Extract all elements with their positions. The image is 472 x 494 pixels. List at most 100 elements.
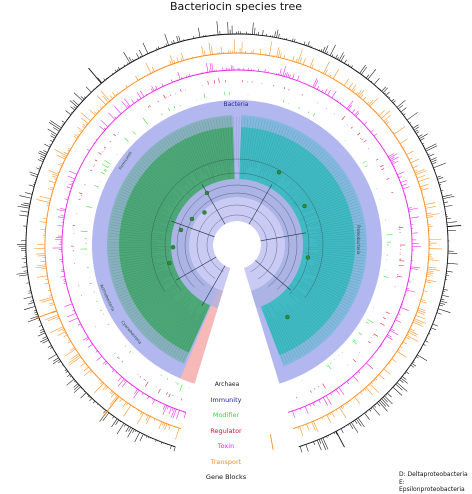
transport-track: [123, 402, 127, 407]
transport-track: [413, 166, 418, 168]
transport-track: [413, 322, 423, 327]
toxin-track: [88, 344, 93, 347]
gene-block-track: [173, 40, 174, 44]
gene-block-track: [442, 195, 451, 197]
gene-block-track: [422, 143, 423, 144]
gene-block-track: [389, 97, 390, 98]
gene-block-track: [86, 87, 91, 93]
transport-track: [325, 70, 327, 74]
transport-track: [427, 214, 440, 216]
transport-track: [94, 112, 96, 114]
gene-block-track: [44, 144, 50, 147]
transport-track: [293, 56, 295, 61]
gene-block-track: [416, 132, 419, 134]
transport-track: [52, 174, 58, 176]
gene-block-track: [40, 156, 44, 158]
modifier-track: [167, 378, 168, 380]
toxin-track: [353, 376, 358, 382]
gene-block-track: [70, 100, 78, 107]
transport-track: [202, 46, 204, 56]
gene-block-track: [341, 429, 343, 433]
toxin-track: [124, 380, 125, 382]
transport-track: [58, 332, 66, 336]
legend-item-regulator: Regulator: [170, 424, 282, 439]
transport-track: [394, 127, 405, 135]
gene-block-track: [438, 177, 444, 179]
toxin-track: [116, 372, 117, 373]
modifier-track: [133, 131, 136, 134]
gene-block-track: [20, 211, 28, 212]
transport-track: [423, 291, 427, 292]
transport-track: [57, 155, 66, 159]
transport-track: [110, 96, 113, 99]
toxin-track: [285, 73, 286, 77]
toxin-track: [57, 209, 66, 211]
gene-block-track: [25, 193, 32, 195]
transport-track: [126, 403, 128, 405]
gene-block-track: [443, 289, 447, 290]
transport-track: [367, 102, 369, 104]
gene-block-track: [158, 46, 159, 48]
transport-track: [406, 151, 413, 155]
transport-track: [379, 374, 385, 379]
gene-block-track: [90, 397, 91, 398]
gene-block-track: [323, 438, 328, 450]
gene-block-track: [19, 196, 31, 199]
toxin-track: [389, 154, 397, 158]
modifier-track: [108, 166, 109, 167]
gene-block-track: [71, 112, 72, 113]
gene-block-track: [74, 106, 76, 108]
gene-block-track: [40, 331, 44, 333]
transport-track: [427, 217, 433, 218]
regulator-track: [397, 276, 402, 277]
toxin-track: [104, 128, 106, 129]
modifier-track: [180, 385, 183, 391]
modifier-track: [204, 93, 205, 98]
gene-block-track: [423, 344, 425, 345]
gene-block-track: [129, 57, 132, 62]
regulator-track: [90, 170, 92, 171]
regulator-track: [148, 106, 149, 107]
clade-node: [190, 217, 194, 221]
gene-block-track: [111, 419, 117, 427]
transport-track: [366, 387, 373, 394]
regulator-track: [219, 78, 220, 83]
transport-track: [260, 49, 261, 55]
regulator-track: [380, 323, 384, 325]
gene-block-track: [306, 444, 308, 451]
gene-block-track: [313, 442, 314, 445]
transport-track: [393, 132, 394, 133]
regulator-track: [380, 165, 383, 167]
toxin-track: [171, 79, 172, 82]
gene-block-track: [128, 427, 130, 431]
legend-item-modifier: Modifier: [170, 408, 282, 423]
gene-block-track: [67, 379, 74, 385]
gene-block-track: [430, 158, 436, 161]
gene-block-track: [74, 385, 79, 390]
transport-track: [427, 274, 433, 275]
gene-block-track: [437, 313, 442, 315]
toxin-track: [297, 76, 299, 81]
gene-block-track: [228, 22, 229, 34]
gene-block-track: [300, 446, 302, 452]
gene-block-track: [112, 416, 113, 418]
regulator-track: [164, 95, 166, 99]
gene-block-track: [74, 387, 81, 393]
gene-block-track: [90, 398, 93, 401]
toxin-track: [335, 390, 336, 391]
transport-track: [403, 342, 407, 344]
transport-track: [209, 43, 211, 55]
gene-block-track: [67, 374, 70, 377]
toxin-track: [337, 101, 338, 102]
regulator-track: [119, 358, 120, 359]
transport-track: [168, 424, 169, 426]
toxin-track: [64, 199, 67, 200]
gene-block-track: [332, 55, 333, 57]
transport-track: [421, 300, 425, 301]
transport-track: [406, 337, 410, 339]
regulator-track: [284, 87, 285, 89]
gene-block-track: [112, 73, 113, 74]
clade-node: [285, 315, 289, 319]
gene-block-track: [401, 378, 408, 384]
transport-track: [111, 392, 113, 395]
